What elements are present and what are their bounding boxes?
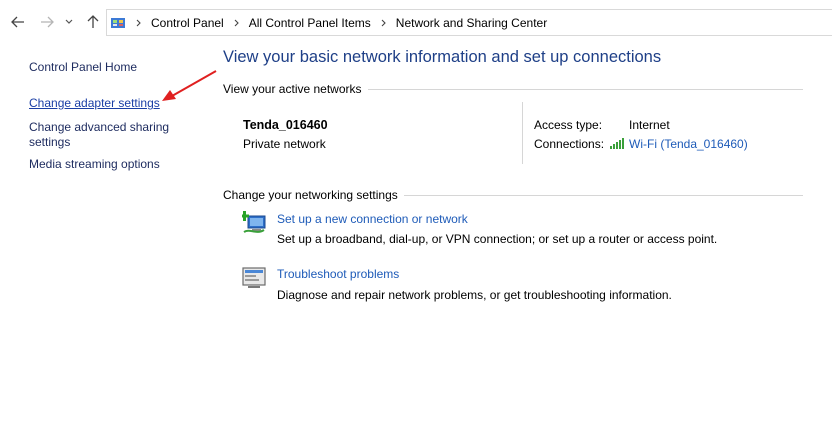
troubleshoot-icon <box>242 267 266 288</box>
change-advanced-sharing-line1: Change advanced sharing <box>29 120 170 134</box>
troubleshoot-problems-description: Diagnose and repair network problems, or… <box>277 288 672 302</box>
recent-locations-button[interactable] <box>63 12 75 32</box>
change-advanced-sharing-link[interactable]: Change advanced sharing settings <box>29 120 169 150</box>
annotation-arrow-icon <box>162 70 217 101</box>
up-button[interactable] <box>84 12 102 32</box>
vertical-divider <box>522 102 523 164</box>
forward-button[interactable] <box>38 12 56 32</box>
network-name: Tenda_016460 <box>243 118 328 132</box>
wifi-connection-link[interactable]: Wi-Fi (Tenda_016460) <box>629 137 748 151</box>
access-type-value: Internet <box>629 118 670 132</box>
setup-new-connection-link[interactable]: Set up a new connection or network <box>277 212 468 226</box>
control-panel-home-link[interactable]: Control Panel Home <box>29 60 137 75</box>
breadcrumb-separator-icon <box>381 18 387 27</box>
active-networks-heading: View your active networks <box>223 82 368 96</box>
setup-new-connection-description: Set up a broadband, dial-up, or VPN conn… <box>277 232 718 246</box>
breadcrumb-separator-icon <box>136 18 142 27</box>
change-advanced-sharing-line2: settings <box>29 135 71 149</box>
breadcrumb-separator-icon <box>234 18 240 27</box>
network-category-link: Private network <box>243 137 326 151</box>
media-streaming-options-link[interactable]: Media streaming options <box>29 157 160 172</box>
control-panel-icon <box>111 17 125 28</box>
address-bar[interactable]: Control Panel All Control Panel Items Ne… <box>106 9 832 36</box>
breadcrumb-all-items[interactable]: All Control Panel Items <box>249 16 371 30</box>
chevron-down-icon <box>65 19 73 24</box>
page-title: View your basic network information and … <box>223 48 662 66</box>
connections-label: Connections: <box>534 137 605 151</box>
new-connection-icon <box>242 211 266 233</box>
breadcrumb-control-panel[interactable]: Control Panel <box>151 16 224 30</box>
access-type-label: Access type: <box>534 118 603 132</box>
wifi-signal-icon <box>610 138 624 149</box>
breadcrumb-network-sharing-center[interactable]: Network and Sharing Center <box>396 16 547 30</box>
troubleshoot-problems-link[interactable]: Troubleshoot problems <box>277 267 399 281</box>
back-button[interactable] <box>9 12 27 32</box>
forward-arrow-icon <box>41 16 54 28</box>
back-arrow-icon <box>11 16 24 28</box>
networking-settings-heading: Change your networking settings <box>223 188 404 202</box>
change-adapter-settings-link[interactable]: Change adapter settings <box>29 96 160 111</box>
up-arrow-icon <box>87 15 99 28</box>
